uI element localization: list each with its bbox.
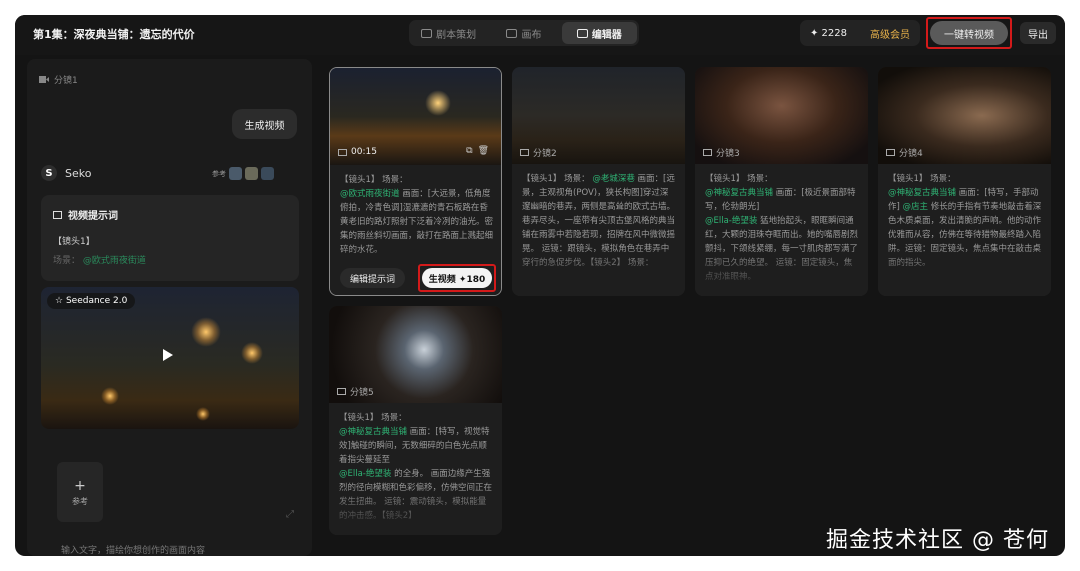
ref-thumb[interactable] xyxy=(229,167,242,180)
video-icon xyxy=(703,149,712,156)
text-fade xyxy=(329,485,502,535)
character-tag: @Ella-绝望装 xyxy=(339,469,392,479)
tab-editor[interactable]: 编辑器 xyxy=(561,22,637,44)
watermark: 掘金技术社区 @ 苍何 xyxy=(826,528,1049,553)
text-seg: 【镜头1】 场景： xyxy=(339,413,407,423)
scene-tag: @神秘复古典当铺 xyxy=(705,188,774,198)
shot-label-row: 分镜3 xyxy=(703,146,740,159)
video-icon xyxy=(338,148,347,156)
text-seg: 【镜头1】 场景： xyxy=(888,174,956,184)
shot-label-row: 分镜2 xyxy=(520,146,557,159)
sparkle-icon: ☆ xyxy=(55,296,66,306)
shot-label: 分镜1 xyxy=(54,76,78,86)
prompt-input[interactable]: 输入文字，描绘你想创作的画面内容 xyxy=(51,529,311,556)
model-name: Seedance 2.0 xyxy=(65,296,128,306)
generate-video-button[interactable]: 生视频 ✦180 xyxy=(422,268,492,288)
prompt-header: 视频提示词 xyxy=(53,207,287,222)
text-seg: 【镜头1】 场景： xyxy=(522,174,590,184)
prompt-line-2: 场景： @欧式雨夜街道 xyxy=(53,253,287,266)
prompt-line-1: 【镜头1】 xyxy=(53,237,95,247)
text-fade xyxy=(695,246,868,296)
camera-icon xyxy=(39,76,49,83)
generate-highlight: 生视频 ✦180 xyxy=(418,264,496,292)
convert-to-video-button[interactable]: 一键转视频 xyxy=(930,21,1008,45)
text-seg: 【镜头1】 场景： xyxy=(340,175,408,185)
video-icon xyxy=(520,149,529,156)
scene-tag: @欧式雨夜街道 xyxy=(340,189,400,199)
play-icon[interactable] xyxy=(163,349,173,361)
text-seg: 【镜头1】 场景： xyxy=(705,174,773,184)
shot-duration: 00:15 xyxy=(338,147,377,157)
lamp-glow xyxy=(241,342,263,364)
editor-icon xyxy=(576,28,588,38)
tab-canvas-label: 画布 xyxy=(521,29,542,41)
lamp-glow xyxy=(101,387,119,405)
prompt-scene-tag: @欧式雨夜街道 xyxy=(82,256,146,266)
credits-badge[interactable]: ✦ 2228 高级会员 xyxy=(800,20,920,46)
top-bar: 第1集：深夜典当铺：遗忘的代价 剧本策划 画布 编辑器 ✦ 2228 高级会员 … xyxy=(15,15,1065,55)
plus-icon: + xyxy=(74,477,86,494)
shot-label: 分镜2 xyxy=(533,149,557,159)
copy-icon[interactable]: ⧉ xyxy=(466,146,472,156)
shot-label: 分镜4 xyxy=(899,149,923,159)
tab-script[interactable]: 剧本策划 xyxy=(411,22,486,44)
prompt-header-label: 视频提示词 xyxy=(68,211,118,222)
shot-card[interactable]: 分镜2 【镜头1】 场景： @老城深巷 画面：[远景，主观视角(POV)，狭长构… xyxy=(512,67,685,296)
ref-thumb[interactable] xyxy=(261,167,274,180)
reference-thumbnails[interactable]: 参考 xyxy=(212,167,274,180)
left-panel: 分镜1 生成视频 S Seko 参考 视频提示词 【镜头1】 场景： @欧式雨夜… xyxy=(27,59,312,556)
shot-card[interactable]: 分镜3 【镜头1】 场景： @神秘复古典当铺 画面：[极近景面部特写，伦勃朗光]… xyxy=(695,67,868,296)
video-preview[interactable]: ☆ Seedance 2.0 xyxy=(41,287,299,429)
convert-highlight: 一键转视频 xyxy=(926,17,1012,49)
text-fade xyxy=(878,246,1051,296)
duration-label: 00:15 xyxy=(351,147,377,157)
scene-tag: @神秘复古典当铺 xyxy=(888,188,957,198)
assistant-header: S Seko xyxy=(41,165,91,181)
trash-icon[interactable]: 🗑 xyxy=(478,146,489,156)
lamp-glow xyxy=(196,407,210,421)
scene-tag: @老城深巷 xyxy=(592,174,635,184)
video-icon xyxy=(53,210,62,219)
add-ref-label: 参考 xyxy=(72,496,88,506)
shot-label-row: 分镜5 xyxy=(337,385,374,398)
character-tag: @店主 xyxy=(902,202,929,212)
tab-script-label: 剧本策划 xyxy=(436,29,477,41)
app-window: 第1集：深夜典当铺：遗忘的代价 剧本策划 画布 编辑器 ✦ 2228 高级会员 … xyxy=(15,15,1065,556)
tab-canvas[interactable]: 画布 xyxy=(486,22,561,44)
credits-value: ✦ 2228 xyxy=(810,27,848,39)
assistant-name: Seko xyxy=(65,166,92,180)
shot-label: 分镜3 xyxy=(716,149,740,159)
shot-card[interactable]: 分镜4 【镜头1】 场景： @神秘复古典当铺 画面：[特写，手部动作] @店主 … xyxy=(878,67,1051,296)
shot-card[interactable]: 00:15 ⧉ 🗑 【镜头1】 场景： @欧式雨夜街道 画面：[大远景，低角度俯… xyxy=(329,67,502,296)
model-badge[interactable]: ☆ Seedance 2.0 xyxy=(47,293,136,309)
canvas-icon xyxy=(506,28,518,38)
refs-label: 参考 xyxy=(212,169,226,178)
prompt-prefix: 场景： xyxy=(53,256,81,266)
shot-label: 分镜5 xyxy=(350,388,374,398)
video-icon xyxy=(886,149,895,156)
shot-label-row: 分镜1 xyxy=(39,73,78,86)
export-button[interactable]: 导出 xyxy=(1020,22,1056,44)
membership-label: 高级会员 xyxy=(870,29,910,41)
shot-card[interactable]: 分镜5 【镜头1】 场景： @神秘复古典当铺 画面：[特写，视觉特效]触碰的瞬间… xyxy=(329,306,502,535)
seko-logo-icon: S xyxy=(41,165,57,181)
edit-prompt-button[interactable]: 编辑提示词 xyxy=(340,268,406,288)
lamp-glow xyxy=(425,90,451,116)
video-icon xyxy=(337,388,346,395)
chat-bubble: 生成视频 xyxy=(232,109,297,139)
card-tools: ⧉ 🗑 xyxy=(466,146,489,156)
add-reference-button[interactable]: + 参考 xyxy=(57,462,103,522)
episode-title: 第1集：深夜典当铺：遗忘的代价 xyxy=(33,28,195,41)
script-icon xyxy=(421,28,433,38)
lamp-glow xyxy=(191,317,221,347)
scene-tag: @神秘复古典当铺 xyxy=(339,427,408,437)
character-tag: @Ella-绝望装 xyxy=(705,216,758,226)
ref-thumb[interactable] xyxy=(245,167,258,180)
expand-icon[interactable]: ⤢ xyxy=(286,509,294,520)
mode-tabs: 剧本策划 画布 编辑器 xyxy=(409,20,639,46)
video-prompt-box[interactable]: 视频提示词 【镜头1】 场景： @欧式雨夜街道 xyxy=(41,195,299,281)
shot-label-row: 分镜4 xyxy=(886,146,923,159)
text-fade xyxy=(512,246,685,296)
tab-editor-label: 编辑器 xyxy=(591,29,622,41)
